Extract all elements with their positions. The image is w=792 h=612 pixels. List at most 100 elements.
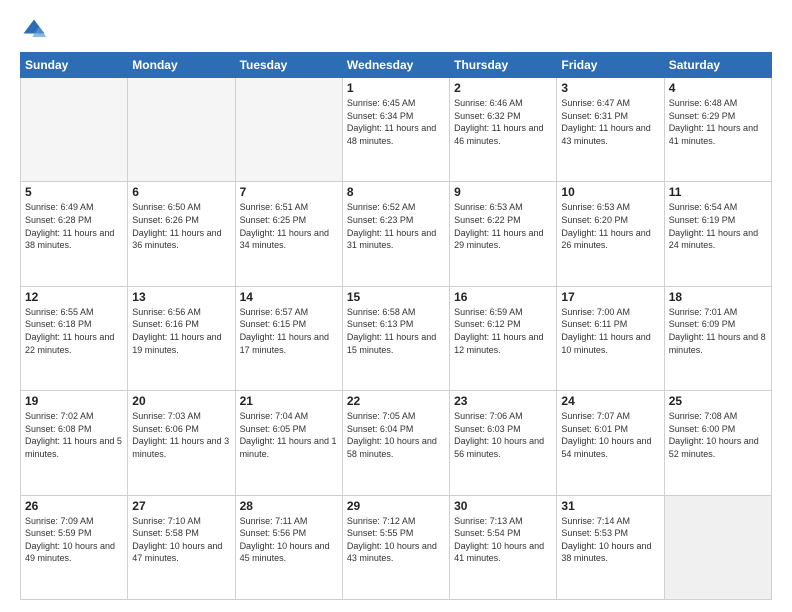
calendar-cell: 18 Sunrise: 7:01 AM Sunset: 6:09 PM Dayli… [664,286,771,390]
day-number: 19 [25,394,123,408]
week-row-5: 26 Sunrise: 7:09 AM Sunset: 5:59 PM Dayli… [21,495,772,599]
day-info: Sunrise: 6:46 AM Sunset: 6:32 PM Dayligh… [454,97,552,147]
calendar-cell: 5 Sunrise: 6:49 AM Sunset: 6:28 PM Daylig… [21,182,128,286]
calendar-cell: 21 Sunrise: 7:04 AM Sunset: 6:05 PM Dayli… [235,391,342,495]
calendar-cell: 1 Sunrise: 6:45 AM Sunset: 6:34 PM Daylig… [342,78,449,182]
week-row-4: 19 Sunrise: 7:02 AM Sunset: 6:08 PM Dayli… [21,391,772,495]
calendar-cell [235,78,342,182]
day-info: Sunrise: 6:45 AM Sunset: 6:34 PM Dayligh… [347,97,445,147]
calendar-cell: 6 Sunrise: 6:50 AM Sunset: 6:26 PM Daylig… [128,182,235,286]
day-info: Sunrise: 6:55 AM Sunset: 6:18 PM Dayligh… [25,306,123,356]
calendar-cell: 17 Sunrise: 7:00 AM Sunset: 6:11 PM Dayli… [557,286,664,390]
weekday-header-monday: Monday [128,53,235,78]
calendar-cell: 7 Sunrise: 6:51 AM Sunset: 6:25 PM Daylig… [235,182,342,286]
day-info: Sunrise: 7:03 AM Sunset: 6:06 PM Dayligh… [132,410,230,460]
calendar-cell: 23 Sunrise: 7:06 AM Sunset: 6:03 PM Dayli… [450,391,557,495]
day-number: 24 [561,394,659,408]
day-number: 28 [240,499,338,513]
calendar-cell: 16 Sunrise: 6:59 AM Sunset: 6:12 PM Dayli… [450,286,557,390]
day-info: Sunrise: 7:14 AM Sunset: 5:53 PM Dayligh… [561,515,659,565]
day-number: 17 [561,290,659,304]
day-info: Sunrise: 7:10 AM Sunset: 5:58 PM Dayligh… [132,515,230,565]
calendar-cell: 13 Sunrise: 6:56 AM Sunset: 6:16 PM Dayli… [128,286,235,390]
weekday-header-tuesday: Tuesday [235,53,342,78]
calendar-cell: 25 Sunrise: 7:08 AM Sunset: 6:00 PM Dayli… [664,391,771,495]
day-number: 26 [25,499,123,513]
day-info: Sunrise: 7:13 AM Sunset: 5:54 PM Dayligh… [454,515,552,565]
day-info: Sunrise: 7:06 AM Sunset: 6:03 PM Dayligh… [454,410,552,460]
calendar-cell: 15 Sunrise: 6:58 AM Sunset: 6:13 PM Dayli… [342,286,449,390]
day-info: Sunrise: 6:50 AM Sunset: 6:26 PM Dayligh… [132,201,230,251]
calendar-cell [664,495,771,599]
day-info: Sunrise: 7:02 AM Sunset: 6:08 PM Dayligh… [25,410,123,460]
day-number: 2 [454,81,552,95]
day-number: 12 [25,290,123,304]
day-number: 21 [240,394,338,408]
day-number: 29 [347,499,445,513]
calendar-cell: 30Sunrise: 7:13 AM Sunset: 5:54 PM Dayli… [450,495,557,599]
day-number: 1 [347,81,445,95]
calendar-cell: 28 Sunrise: 7:11 AM Sunset: 5:56 PM Dayli… [235,495,342,599]
calendar-cell [128,78,235,182]
day-number: 7 [240,185,338,199]
day-info: Sunrise: 6:59 AM Sunset: 6:12 PM Dayligh… [454,306,552,356]
week-row-2: 5 Sunrise: 6:49 AM Sunset: 6:28 PM Daylig… [21,182,772,286]
day-info: Sunrise: 7:05 AM Sunset: 6:04 PM Dayligh… [347,410,445,460]
week-row-3: 12 Sunrise: 6:55 AM Sunset: 6:18 PM Dayli… [21,286,772,390]
day-number: 6 [132,185,230,199]
day-info: Sunrise: 6:56 AM Sunset: 6:16 PM Dayligh… [132,306,230,356]
calendar-cell: 9Sunrise: 6:53 AM Sunset: 6:22 PM Daylig… [450,182,557,286]
day-info: Sunrise: 6:53 AM Sunset: 6:20 PM Dayligh… [561,201,659,251]
calendar-cell: 19 Sunrise: 7:02 AM Sunset: 6:08 PM Dayli… [21,391,128,495]
day-number: 3 [561,81,659,95]
day-info: Sunrise: 6:51 AM Sunset: 6:25 PM Dayligh… [240,201,338,251]
day-number: 20 [132,394,230,408]
calendar-cell: 12 Sunrise: 6:55 AM Sunset: 6:18 PM Dayli… [21,286,128,390]
day-number: 25 [669,394,767,408]
day-info: Sunrise: 7:09 AM Sunset: 5:59 PM Dayligh… [25,515,123,565]
day-info: Sunrise: 7:11 AM Sunset: 5:56 PM Dayligh… [240,515,338,565]
weekday-header-saturday: Saturday [664,53,771,78]
day-number: 8 [347,185,445,199]
calendar-cell [21,78,128,182]
day-number: 4 [669,81,767,95]
day-number: 23 [454,394,552,408]
calendar-cell: 8 Sunrise: 6:52 AM Sunset: 6:23 PM Daylig… [342,182,449,286]
calendar-table: SundayMondayTuesdayWednesdayThursdayFrid… [20,52,772,600]
day-info: Sunrise: 6:54 AM Sunset: 6:19 PM Dayligh… [669,201,767,251]
day-number: 16 [454,290,552,304]
day-info: Sunrise: 6:48 AM Sunset: 6:29 PM Dayligh… [669,97,767,147]
day-number: 27 [132,499,230,513]
header [20,16,772,44]
day-info: Sunrise: 6:57 AM Sunset: 6:15 PM Dayligh… [240,306,338,356]
day-number: 9 [454,185,552,199]
logo [20,16,52,44]
calendar-cell: 24 Sunrise: 7:07 AM Sunset: 6:01 PM Dayli… [557,391,664,495]
day-info: Sunrise: 6:49 AM Sunset: 6:28 PM Dayligh… [25,201,123,251]
calendar-cell: 14Sunrise: 6:57 AM Sunset: 6:15 PM Dayli… [235,286,342,390]
day-info: Sunrise: 6:52 AM Sunset: 6:23 PM Dayligh… [347,201,445,251]
day-number: 5 [25,185,123,199]
calendar-cell: 29Sunrise: 7:12 AM Sunset: 5:55 PM Dayli… [342,495,449,599]
calendar-cell: 4 Sunrise: 6:48 AM Sunset: 6:29 PM Daylig… [664,78,771,182]
calendar-cell: 22Sunrise: 7:05 AM Sunset: 6:04 PM Dayli… [342,391,449,495]
day-info: Sunrise: 6:58 AM Sunset: 6:13 PM Dayligh… [347,306,445,356]
calendar-cell: 10 Sunrise: 6:53 AM Sunset: 6:20 PM Dayli… [557,182,664,286]
day-info: Sunrise: 7:07 AM Sunset: 6:01 PM Dayligh… [561,410,659,460]
page: SundayMondayTuesdayWednesdayThursdayFrid… [0,0,792,612]
calendar-cell: 26 Sunrise: 7:09 AM Sunset: 5:59 PM Dayli… [21,495,128,599]
week-row-1: 1 Sunrise: 6:45 AM Sunset: 6:34 PM Daylig… [21,78,772,182]
day-number: 31 [561,499,659,513]
day-number: 11 [669,185,767,199]
day-info: Sunrise: 7:08 AM Sunset: 6:00 PM Dayligh… [669,410,767,460]
day-number: 10 [561,185,659,199]
day-info: Sunrise: 7:00 AM Sunset: 6:11 PM Dayligh… [561,306,659,356]
day-info: Sunrise: 7:01 AM Sunset: 6:09 PM Dayligh… [669,306,767,356]
weekday-header-thursday: Thursday [450,53,557,78]
day-info: Sunrise: 7:04 AM Sunset: 6:05 PM Dayligh… [240,410,338,460]
day-number: 18 [669,290,767,304]
weekday-header-row: SundayMondayTuesdayWednesdayThursdayFrid… [21,53,772,78]
calendar-cell: 31 Sunrise: 7:14 AM Sunset: 5:53 PM Dayli… [557,495,664,599]
day-number: 13 [132,290,230,304]
day-number: 15 [347,290,445,304]
